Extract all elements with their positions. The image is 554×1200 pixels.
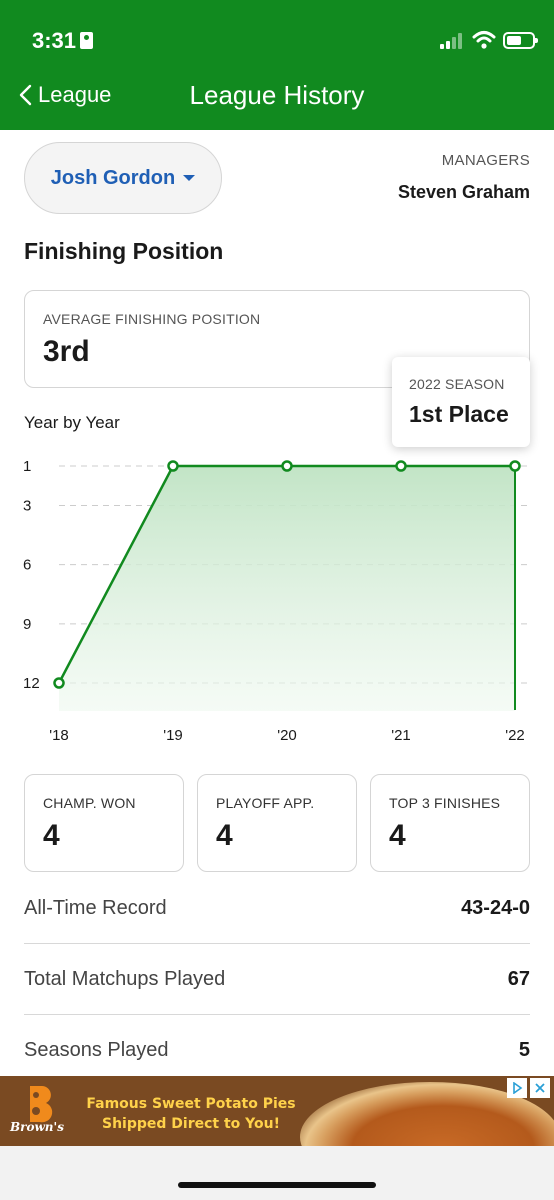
row-all-time-record: All-Time Record 43-24-0 [24,873,530,944]
data-point[interactable] [167,460,179,472]
row-label: Seasons Played [24,1039,169,1061]
ad-headline: Famous Sweet Potato Pies Shipped Direct … [86,1094,296,1134]
finishing-position-chart[interactable]: 1 3 6 9 12 '18 '19 '20 '21 '22 [0,440,554,760]
x-tick-label: '18 [49,727,69,744]
managers-name: Steven Graham [397,182,530,202]
avg-finishing-label: AVERAGE FINISHING POSITION [43,311,261,327]
status-time-text: 3:31 [32,28,77,53]
ad-banner[interactable]: Brown's Famous Sweet Potato Pies Shipped… [0,1076,554,1146]
stat-card-champ-won: CHAMP. WON 4 [24,774,184,872]
row-label: All-Time Record [24,897,167,919]
y-tick-label: 3 [23,497,31,514]
x-tick-label: '19 [163,727,183,744]
manager-dropdown[interactable]: Josh Gordon [24,142,222,214]
data-point[interactable] [53,677,65,689]
row-value: 67 [507,968,530,990]
home-area [0,1146,554,1200]
ad-choices-icon[interactable] [507,1078,527,1098]
stat-card-top3-finishes: TOP 3 FINISHES 4 [370,774,530,872]
avg-finishing-value: 3rd [43,335,90,368]
x-tick-label: '21 [391,727,411,744]
ad-brand: Brown's [10,1120,64,1134]
x-tick-label: '22 [505,727,525,744]
tooltip-place-value: 1st Place [409,401,509,427]
y-tick-label: 6 [23,557,31,574]
series-area [59,466,515,711]
battery-icon [503,32,538,49]
status-time: 3:31 [32,28,94,54]
caret-down-icon [183,175,196,181]
ad-close-icon[interactable] [530,1078,550,1098]
stat-value: 4 [43,819,60,852]
stat-card-playoff-app: PLAYOFF APP. 4 [197,774,357,872]
section-title-finishing: Finishing Position [24,238,224,264]
stat-value: 4 [216,819,233,852]
data-point[interactable] [281,460,293,472]
row-value: 5 [518,1039,530,1061]
app-header: 3:31 League League History [0,0,554,130]
data-point[interactable] [395,460,407,472]
id-badge-icon [80,32,94,49]
y-tick-label: 9 [23,616,31,633]
stat-value: 4 [389,819,406,852]
wifi-icon [472,31,496,49]
row-total-matchups: Total Matchups Played 67 [24,944,530,1015]
manager-dropdown-value: Josh Gordon [50,166,176,189]
row-label: Total Matchups Played [24,968,226,990]
season-tooltip: 2022 SEASON 1st Place [392,357,530,447]
ad-line-1: Famous Sweet Potato Pies [86,1096,296,1112]
page-title: League History [189,80,365,110]
stat-label: TOP 3 FINISHES [389,795,501,811]
y-tick-label: 1 [23,458,31,475]
stat-label: CHAMP. WON [43,795,136,811]
stat-label: PLAYOFF APP. [216,795,315,811]
year-by-year-label: Year by Year [24,413,120,432]
ad-line-2: Shipped Direct to You! [102,1116,280,1132]
y-tick-label: 12 [23,675,40,692]
managers-label: MANAGERS [441,152,530,169]
data-point[interactable] [509,460,521,472]
tooltip-season-label: 2022 SEASON [409,376,505,392]
cellular-signal-icon [440,33,466,49]
row-value: 43-24-0 [461,897,530,919]
home-indicator[interactable] [178,1182,376,1188]
x-tick-label: '20 [277,727,297,744]
